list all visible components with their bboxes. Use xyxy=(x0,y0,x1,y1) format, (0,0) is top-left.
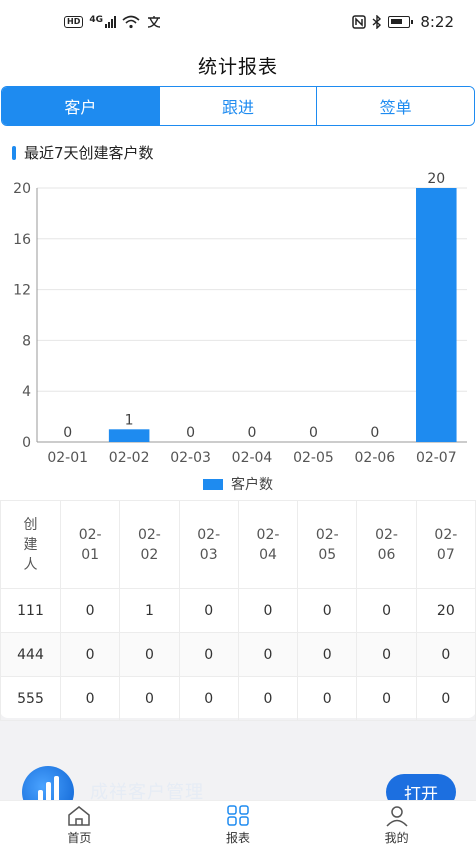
header-date: 02-03 xyxy=(178,500,239,589)
table-cell: 0 xyxy=(415,676,476,721)
status-right: 8:22 xyxy=(352,13,454,31)
y-tick-label: 16 xyxy=(13,232,31,248)
table-cell: 0 xyxy=(237,676,299,721)
table-cell: 0 xyxy=(356,588,417,633)
table-cell: 0 xyxy=(237,632,299,677)
table-cell: 0 xyxy=(356,632,417,677)
table-cell: 555 xyxy=(0,676,61,721)
status-bar: HD 4G 8:22 xyxy=(0,0,476,44)
data-label: 0 xyxy=(63,425,72,441)
y-tick-label: 0 xyxy=(22,435,31,451)
grid-icon xyxy=(227,805,249,826)
hd-icon: HD xyxy=(64,16,84,28)
nav-reports[interactable]: 报表 xyxy=(159,801,318,852)
table-cell: 0 xyxy=(297,632,358,677)
wifi-icon xyxy=(122,15,140,29)
stats-table: 创建人 02-01 02-02 02-03 02-04 02-05 02-06 … xyxy=(0,500,476,721)
translate-icon xyxy=(147,16,161,28)
report-card: 最近7天创建客户数 0 4 8 12 16 20 0 02-01 1 02-02 0 02-03 0 02… xyxy=(0,128,476,721)
header-date: 02-06 xyxy=(356,500,417,589)
table-cell: 0 xyxy=(119,676,180,721)
tab-contracts[interactable]: 签单 xyxy=(317,87,474,125)
tab-follow-up[interactable]: 跟进 xyxy=(159,87,318,125)
clock: 8:22 xyxy=(420,13,454,31)
table-row: 111 0 1 0 0 0 0 20 xyxy=(0,588,476,633)
table-cell: 0 xyxy=(237,588,299,633)
table-cell: 0 xyxy=(356,676,417,721)
header-date: 02-02 xyxy=(119,500,180,589)
table-cell: 111 xyxy=(0,588,61,633)
chart-legend: 客户数 xyxy=(0,474,476,494)
tab-customers[interactable]: 客户 xyxy=(2,87,160,125)
bluetooth-icon xyxy=(372,15,382,29)
bar xyxy=(108,429,150,442)
header-date: 02-04 xyxy=(237,500,299,589)
header-creator: 创建人 xyxy=(0,500,61,589)
table-cell: 0 xyxy=(119,632,180,677)
user-icon xyxy=(386,806,408,827)
nav-profile[interactable]: 我的 xyxy=(317,801,476,852)
y-tick-label: 12 xyxy=(13,283,31,299)
table-cell: 0 xyxy=(178,632,239,677)
header-date: 02-07 xyxy=(415,500,476,589)
table-cell: 0 xyxy=(415,632,476,677)
table-cell: 0 xyxy=(297,676,358,721)
table-cell: 1 xyxy=(119,588,180,633)
table-cell: 0 xyxy=(178,588,239,633)
table-cell: 0 xyxy=(59,632,121,677)
x-tick-label: 02-07 xyxy=(416,450,457,466)
table-cell: 0 xyxy=(178,676,239,721)
data-label: 20 xyxy=(427,171,445,187)
x-tick-label: 02-06 xyxy=(355,450,396,466)
table-cell: 444 xyxy=(0,632,61,677)
table-cell: 0 xyxy=(59,588,121,633)
header-date: 02-05 xyxy=(297,500,358,589)
y-tick-label: 4 xyxy=(22,384,31,400)
legend-swatch xyxy=(203,478,223,490)
tab-bar: 客户 跟进 签单 xyxy=(0,86,476,128)
data-label: 0 xyxy=(370,425,379,441)
header-date: 02-01 xyxy=(59,500,121,589)
data-label: 1 xyxy=(125,412,134,428)
y-tick-label: 8 xyxy=(22,333,31,349)
battery-icon xyxy=(388,16,414,28)
table-cell: 0 xyxy=(59,676,121,721)
signal-icon xyxy=(105,16,116,28)
legend-label: 客户数 xyxy=(231,477,273,493)
data-label: 0 xyxy=(186,425,195,441)
x-tick-label: 02-05 xyxy=(293,450,334,466)
x-tick-label: 02-02 xyxy=(109,450,150,466)
nfc-icon xyxy=(352,15,367,29)
table-row: 444 0 0 0 0 0 0 0 xyxy=(0,632,476,677)
table-cell: 20 xyxy=(415,588,476,633)
bottom-nav: 首页 报表 我的 xyxy=(0,800,476,852)
nav-profile-label: 我的 xyxy=(384,831,409,845)
home-icon xyxy=(68,806,91,826)
y-tick-label: 20 xyxy=(13,181,31,197)
x-tick-label: 02-01 xyxy=(47,450,88,466)
bar xyxy=(416,188,457,442)
data-label: 0 xyxy=(248,425,257,441)
table-cell: 0 xyxy=(297,588,358,633)
network-type: 4G xyxy=(89,15,103,25)
page-title: 统计报表 xyxy=(197,55,278,78)
nav-reports-label: 报表 xyxy=(226,831,251,845)
status-left: HD 4G xyxy=(64,15,162,29)
table-header-row: 创建人 02-01 02-02 02-03 02-04 02-05 02-06 … xyxy=(0,500,476,589)
header: 统计报表 xyxy=(0,44,476,86)
nav-home[interactable]: 首页 xyxy=(0,801,159,852)
data-label: 0 xyxy=(309,425,318,441)
nav-home-label: 首页 xyxy=(67,831,92,845)
table-row: 555 0 0 0 0 0 0 0 xyxy=(0,676,476,721)
x-tick-label: 02-03 xyxy=(170,450,211,466)
bar-chart: 0 4 8 12 16 20 0 02-01 1 02-02 0 02-03 0 02-04 0 02-05 0… xyxy=(13,171,467,466)
x-tick-label: 02-04 xyxy=(232,450,273,466)
